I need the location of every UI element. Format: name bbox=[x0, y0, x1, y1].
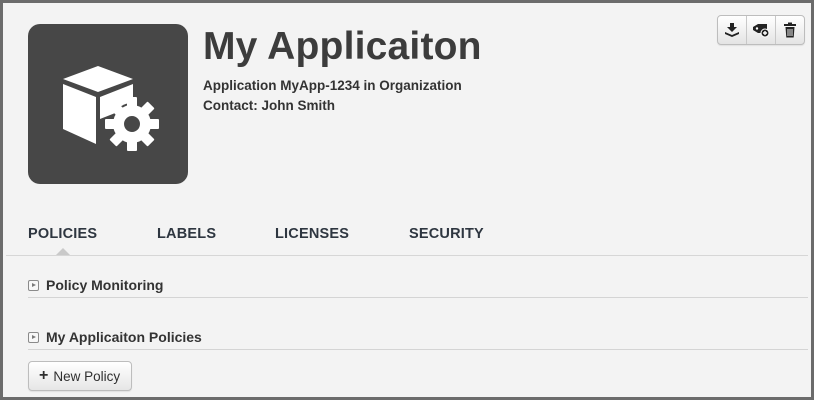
section-application-policies: My Applicaiton Policies bbox=[28, 329, 808, 350]
download-stack-icon bbox=[725, 23, 739, 37]
trash-icon bbox=[784, 22, 796, 38]
section-header[interactable]: Policy Monitoring bbox=[28, 277, 808, 293]
contact-info: Contact: John Smith bbox=[203, 98, 335, 113]
section-title: My Applicaiton Policies bbox=[46, 329, 202, 345]
tab-labels[interactable]: LABELS bbox=[157, 226, 275, 242]
tab-divider bbox=[6, 255, 808, 256]
tab-licenses[interactable]: LICENSES bbox=[275, 226, 409, 242]
cube-gear-icon bbox=[63, 66, 159, 151]
download-button[interactable] bbox=[718, 16, 747, 44]
application-subtitle: Application MyApp-1234 in Organization bbox=[203, 78, 462, 93]
expand-toggle-icon[interactable] bbox=[28, 279, 39, 291]
header-toolbar bbox=[717, 15, 805, 45]
section-header[interactable]: My Applicaiton Policies bbox=[28, 329, 808, 345]
tag-add-icon bbox=[753, 24, 770, 38]
new-policy-label: New Policy bbox=[53, 368, 121, 384]
section-policy-monitoring: Policy Monitoring bbox=[28, 277, 808, 298]
active-tab-indicator bbox=[56, 248, 70, 255]
delete-button[interactable] bbox=[776, 16, 804, 44]
page-title: My Applicaiton bbox=[203, 25, 482, 68]
section-title: Policy Monitoring bbox=[46, 277, 164, 293]
tab-policies[interactable]: POLICIES bbox=[28, 226, 157, 242]
application-icon bbox=[28, 24, 188, 184]
expand-toggle-icon[interactable] bbox=[28, 331, 39, 343]
add-label-button[interactable] bbox=[747, 16, 776, 44]
tab-security[interactable]: SECURITY bbox=[409, 226, 499, 242]
app-window: My Applicaiton Application MyApp-1234 in… bbox=[0, 0, 814, 400]
tab-bar: POLICIES LABELS LICENSES SECURITY bbox=[28, 226, 499, 242]
new-policy-button[interactable]: + New Policy bbox=[28, 361, 133, 391]
plus-icon: + bbox=[39, 367, 49, 384]
